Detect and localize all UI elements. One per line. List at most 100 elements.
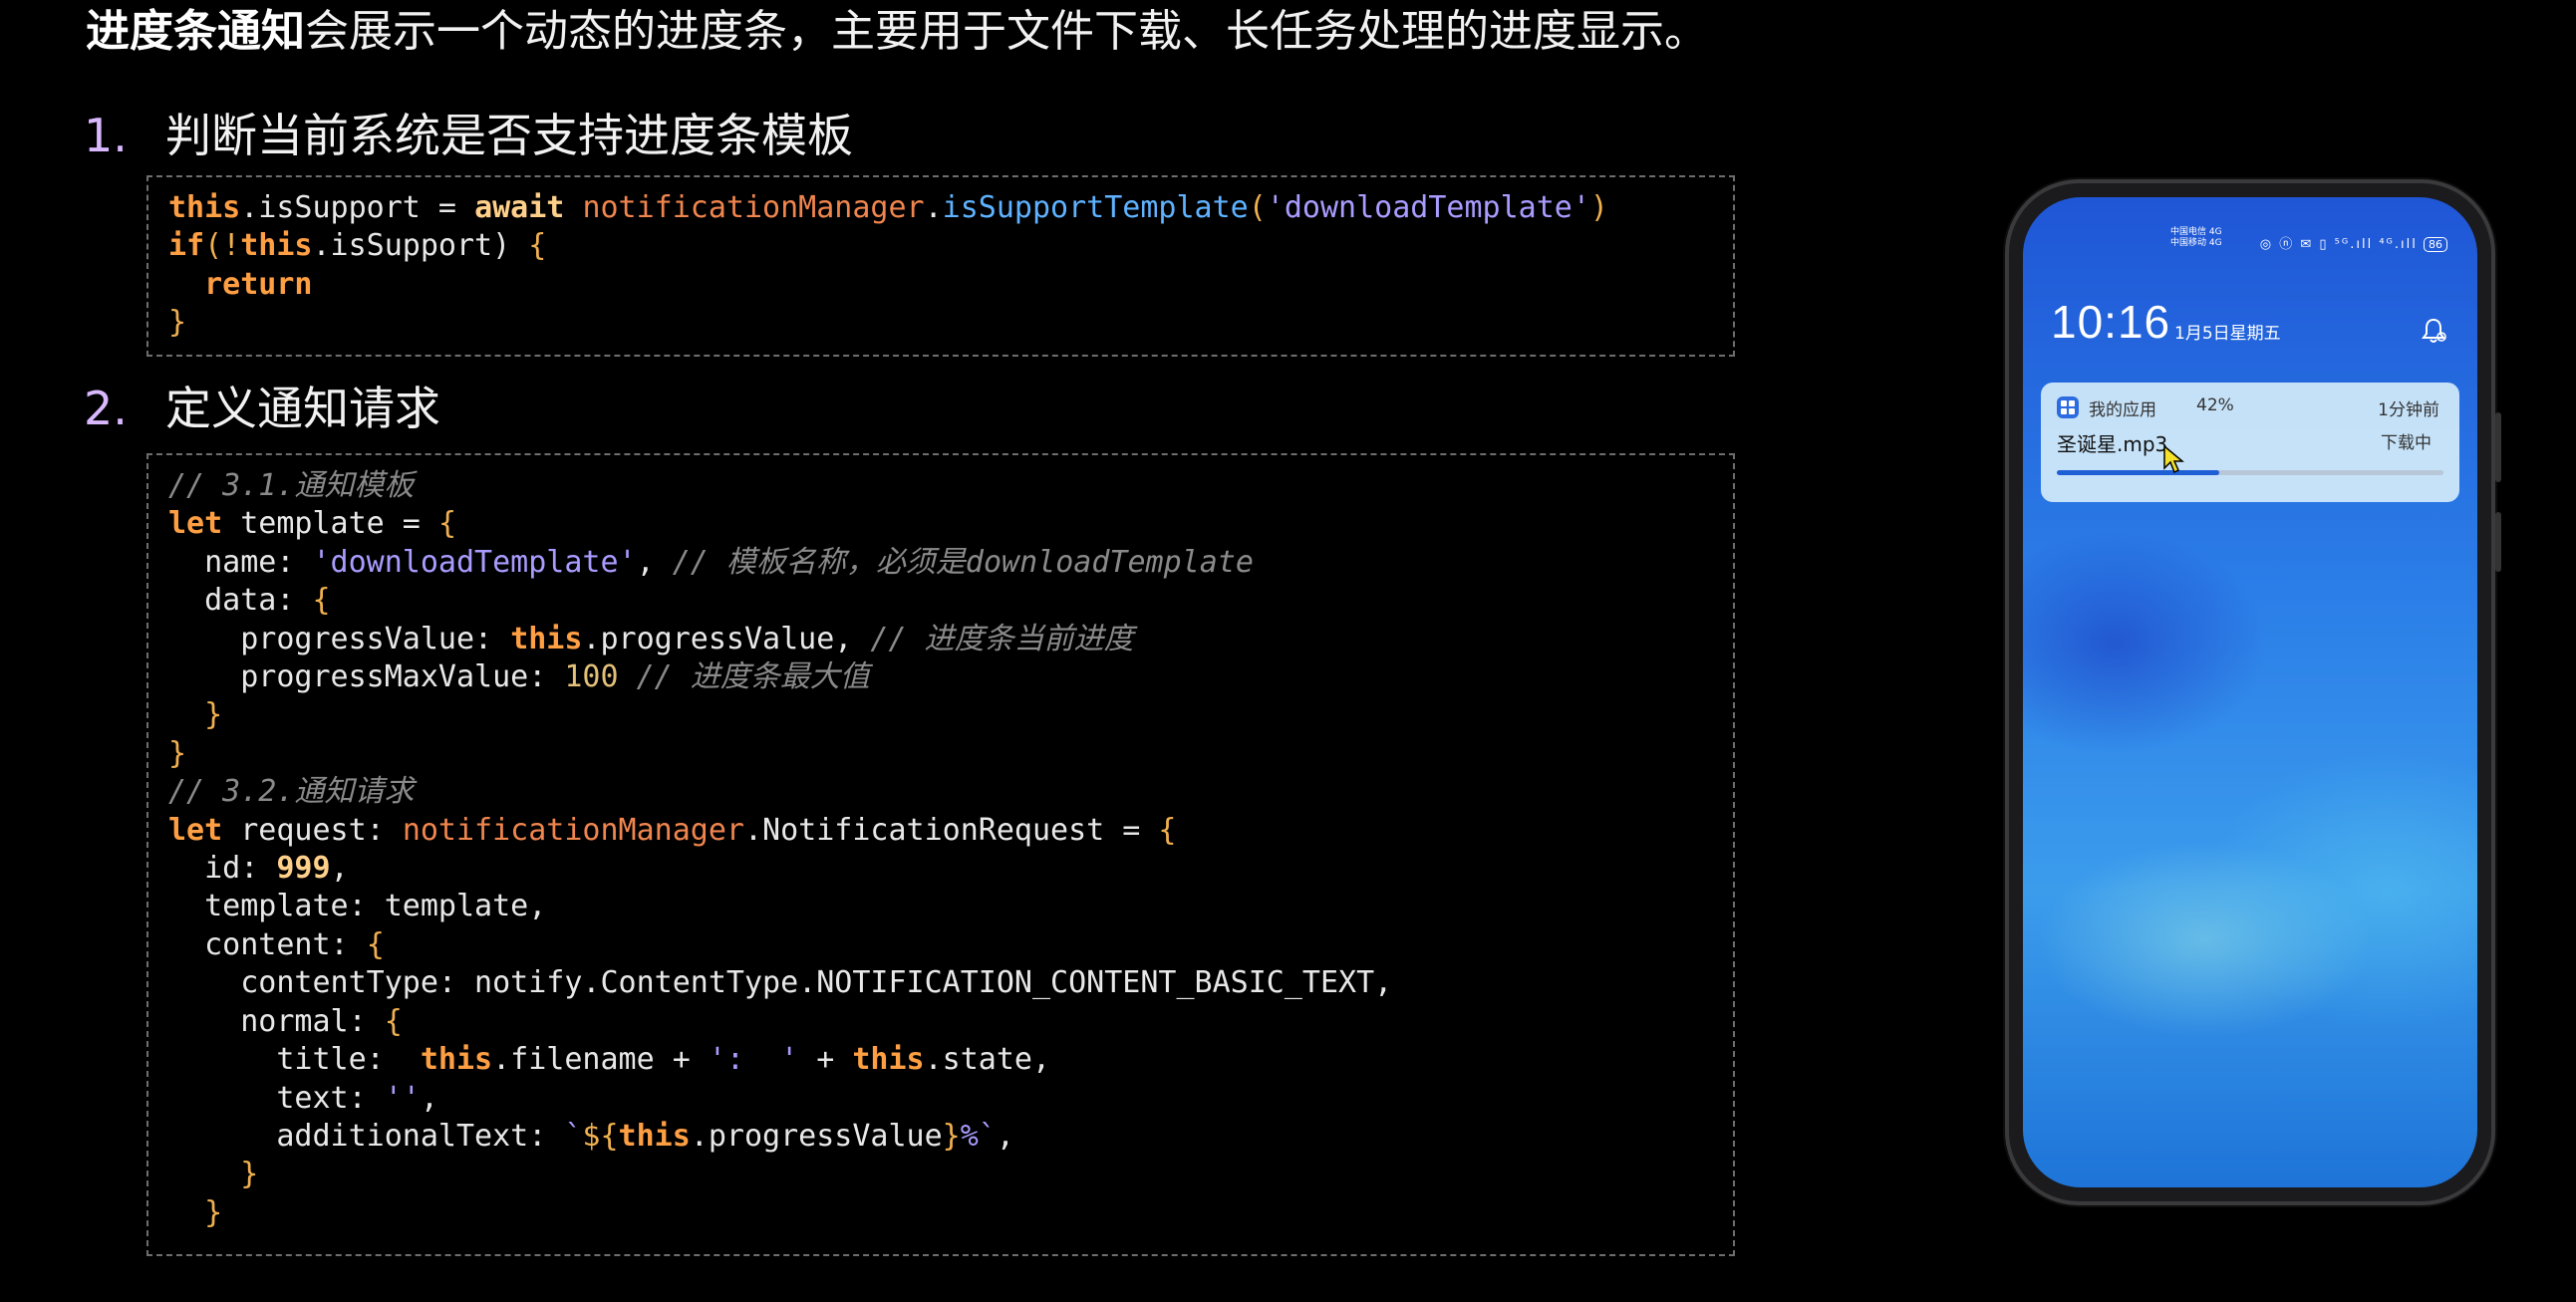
code-token: .NotificationRequest = xyxy=(743,812,1159,848)
code-token: ) xyxy=(1589,190,1608,225)
step-1-heading: 1. 判断当前系统是否支持进度条模板 xyxy=(84,106,853,165)
code-token: notificationManager xyxy=(402,812,744,848)
notification-state: 下载中 xyxy=(2381,433,2432,453)
code-token: 'downloadTemplate' xyxy=(312,544,637,580)
download-progress-bar xyxy=(2057,470,2443,475)
intro-bold: 进度条通知 xyxy=(86,6,305,57)
code-token: } xyxy=(168,735,187,771)
code-token: 100 xyxy=(564,659,619,695)
step-1-label: 判断当前系统是否支持进度条模板 xyxy=(165,109,853,162)
code-token: { xyxy=(312,583,331,619)
code-token: return xyxy=(204,266,313,302)
carrier-info: 中国电信 4G 中国移动 4G xyxy=(2170,227,2240,249)
carrier-2: 中国移动 4G xyxy=(2170,238,2222,248)
code-token: { xyxy=(384,1003,403,1039)
code-comment: // 进度条最大值 xyxy=(636,659,870,695)
code-token: request: xyxy=(222,812,403,848)
step-2-heading: 2. 定义通知请求 xyxy=(84,379,440,438)
code-token: text: xyxy=(276,1080,385,1116)
code-token: content: xyxy=(204,926,367,962)
download-progress-fill xyxy=(2057,470,2219,475)
code-token: } xyxy=(240,1157,259,1192)
code-token: ': ' xyxy=(708,1042,799,1078)
app-grid-icon xyxy=(2057,396,2079,418)
code-token: } xyxy=(942,1118,961,1154)
battery-icon: 86 xyxy=(2424,237,2447,252)
step-2-number: 2. xyxy=(84,382,128,435)
code-token: . xyxy=(924,190,943,225)
code-token: .progressValue xyxy=(690,1118,943,1154)
code-token: , xyxy=(996,1118,1014,1154)
status-icons: ◎ ⓝ ✉ ▯ ⁵ᴳ.ıll ⁴ᴳ.ıll 86 xyxy=(2260,233,2447,252)
lockscreen-date: 1月5日星期五 xyxy=(2174,324,2281,344)
code-comment: // 3.1.通知模板 xyxy=(168,468,415,503)
code-token: ( xyxy=(1248,190,1267,225)
code-token: normal: xyxy=(240,1003,385,1039)
code-token: this xyxy=(852,1042,925,1078)
intro-rest: 会展示一个动态的进度条，主要用于文件下载、长任务处理的进度显示。 xyxy=(305,6,1708,57)
code-token: '' xyxy=(384,1080,421,1116)
code-token: notificationManager xyxy=(582,190,925,225)
code-block-support-check: this.isSupport = await notificationManag… xyxy=(146,175,1735,357)
code-token: await xyxy=(474,190,565,225)
carrier-1: 中国电信 4G xyxy=(2170,227,2222,237)
code-token: this xyxy=(240,228,313,264)
code-token: } xyxy=(168,305,187,341)
code-comment: // 进度条当前进度 xyxy=(870,621,1134,656)
intro-text: 进度条通知会展示一个动态的进度条，主要用于文件下载、长任务处理的进度显示。 xyxy=(86,2,1708,62)
code-token: + xyxy=(798,1042,853,1078)
phone-screen: 中国电信 4G 中国移动 4G ◎ ⓝ ✉ ▯ ⁵ᴳ.ıll ⁴ᴳ.ıll 86… xyxy=(2023,197,2477,1187)
code-token: , xyxy=(330,851,349,887)
code-block-notification-request: // 3.1.通知模板 let template = { name: 'down… xyxy=(146,453,1735,1256)
code-token: isSupportTemplate xyxy=(942,190,1249,225)
code-token: { xyxy=(528,228,547,264)
code-token: this xyxy=(618,1118,691,1154)
code-token: %` xyxy=(960,1118,997,1154)
code-token: additionalText: xyxy=(276,1118,565,1154)
code-token: .isSupport = xyxy=(240,190,475,225)
code-token: .isSupport) xyxy=(312,228,529,264)
volume-button xyxy=(2495,412,2501,482)
code-token: progressMaxValue: xyxy=(240,659,565,695)
lockscreen-clock: 10:16 xyxy=(2051,296,2171,348)
code-token: } xyxy=(204,1194,223,1230)
notification-title: 圣诞星.mp3 xyxy=(2057,432,2168,456)
notification-app-name: 我的应用 xyxy=(2089,400,2156,420)
code-token: , xyxy=(636,544,673,580)
notification-settings-bell-icon[interactable] xyxy=(2422,317,2447,345)
mouse-cursor-icon xyxy=(2163,444,2184,474)
code-token: let xyxy=(168,812,223,848)
code-token: { xyxy=(1158,812,1177,848)
signal-icons: ◎ ⓝ ✉ ▯ ⁵ᴳ.ıll ⁴ᴳ.ıll xyxy=(2259,237,2418,252)
code-token: template: template, xyxy=(204,889,547,924)
code-token: .filename + xyxy=(492,1042,709,1078)
code-comment: // 3.2.通知请求 xyxy=(168,774,415,810)
code-token: id: xyxy=(204,851,277,887)
code-token: , xyxy=(420,1080,438,1116)
code-token: name: xyxy=(204,544,313,580)
code-token: } xyxy=(204,697,223,733)
code-comment: // 模板名称，必须是downloadTemplate xyxy=(672,544,1254,580)
power-button xyxy=(2495,512,2501,572)
code-token: let xyxy=(168,506,223,542)
code-token: 999 xyxy=(276,851,331,887)
code-token: { xyxy=(437,506,456,542)
status-bar: 中国电信 4G 中国移动 4G ◎ ⓝ ✉ ▯ ⁵ᴳ.ıll ⁴ᴳ.ıll 86 xyxy=(2152,227,2447,257)
code-token: 'downloadTemplate' xyxy=(1266,190,1590,225)
code-token: ${ xyxy=(582,1118,619,1154)
notification-progress-text: 42% xyxy=(2196,395,2234,415)
code-token: if xyxy=(168,228,205,264)
code-token: .progressValue, xyxy=(582,621,871,656)
notification-time: 1分钟前 xyxy=(2378,400,2439,420)
code-token: progressValue: xyxy=(240,621,511,656)
code-token: this xyxy=(420,1042,493,1078)
step-2-label: 定义通知请求 xyxy=(165,382,440,435)
phone-mockup: 中国电信 4G 中国移动 4G ◎ ⓝ ✉ ▯ ⁵ᴳ.ıll ⁴ᴳ.ıll 86… xyxy=(2009,183,2501,1201)
code-token: ` xyxy=(564,1118,583,1154)
step-1-number: 1. xyxy=(84,109,128,162)
code-token: this xyxy=(510,621,583,656)
code-token: contentType: notify.ContentType.NOTIFICA… xyxy=(240,965,1393,1001)
code-token: .state, xyxy=(924,1042,1051,1078)
download-notification-card[interactable]: 我的应用 42% 1分钟前 圣诞星.mp3 下载中 xyxy=(2041,383,2459,502)
code-token: data: xyxy=(204,583,313,619)
